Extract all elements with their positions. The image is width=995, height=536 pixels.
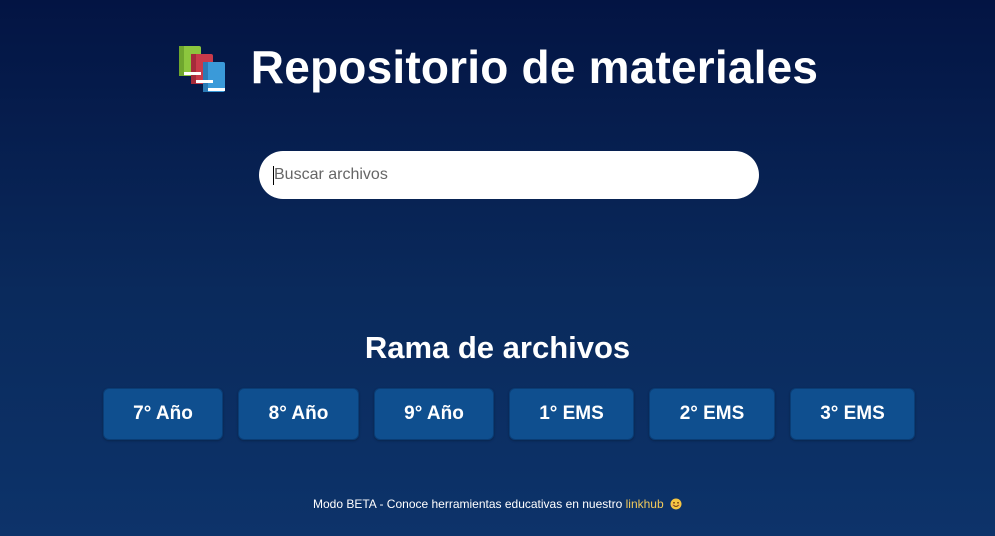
linkhub-link[interactable]: linkhub — [626, 497, 664, 511]
grade-button-8-ano[interactable]: 8° Año — [238, 388, 359, 440]
section-title: Rama de archivos — [364, 330, 631, 365]
grade-button-label: 7° Año — [133, 403, 193, 424]
page-title: Repositorio de materiales — [250, 41, 819, 93]
search-box[interactable] — [259, 151, 759, 199]
grade-button-1-ems[interactable]: 1° EMS — [509, 388, 634, 440]
smiling-face-icon — [670, 498, 682, 510]
page-header: Repositorio de materiales — [0, 40, 995, 94]
footer-text: Modo BETA - Conoce herramientas educativ… — [313, 497, 626, 511]
grade-button-label: 8° Año — [268, 403, 329, 424]
grade-button-label: 9° Año — [404, 403, 464, 424]
grade-button-2-ems[interactable]: 2° EMS — [649, 388, 775, 440]
books-icon — [178, 46, 225, 92]
text-caret — [273, 166, 274, 185]
grade-button-label: 3° EMS — [820, 403, 885, 424]
grade-button-3-ems[interactable]: 3° EMS — [790, 388, 915, 440]
grade-button-label: 2° EMS — [679, 403, 745, 424]
grade-button-label: 1° EMS — [539, 403, 604, 424]
grade-button-9-ano[interactable]: 9° Año — [374, 388, 494, 440]
footer: Modo BETA - Conoce herramientas educativ… — [0, 497, 995, 511]
grade-button-group: 7° Año 8° Año 9° Año 1° EMS 2° EMS 3° EM… — [0, 388, 995, 440]
search-input[interactable] — [259, 151, 759, 199]
grade-button-7-ano[interactable]: 7° Año — [103, 388, 223, 440]
